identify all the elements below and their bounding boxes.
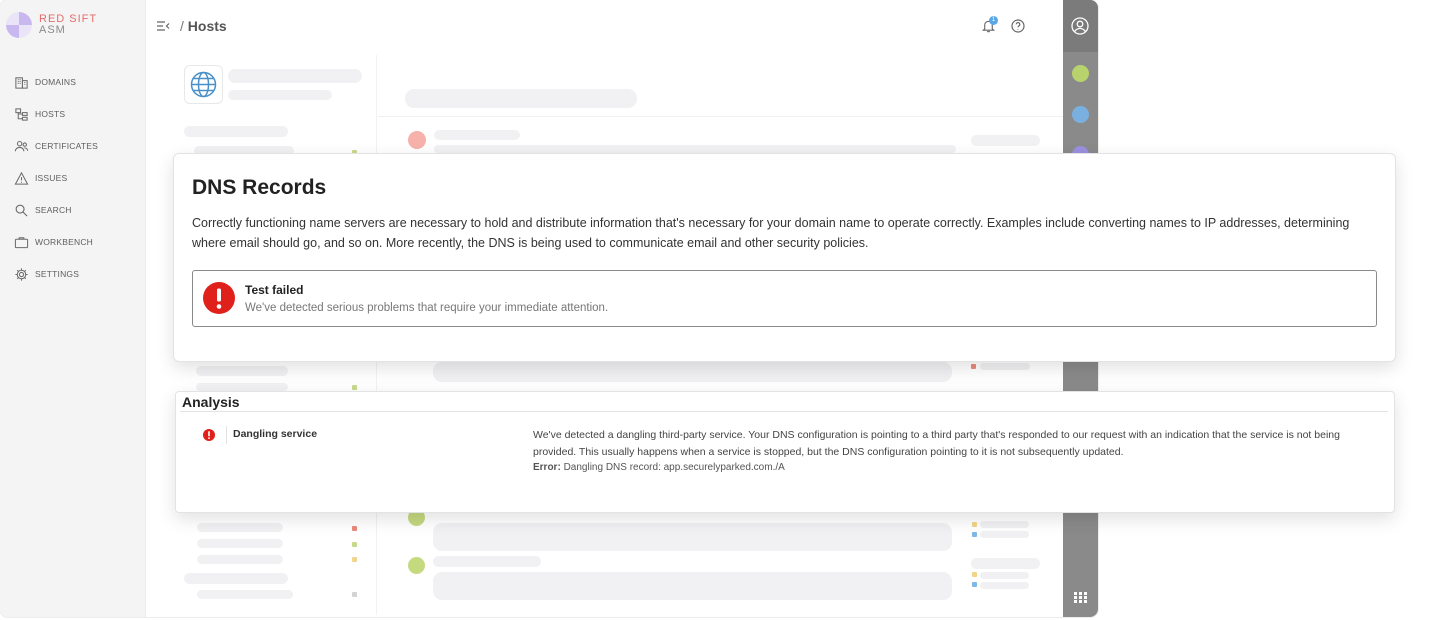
sidebar-item-settings[interactable]: SETTINGS [14, 258, 98, 290]
status-dot [972, 572, 977, 577]
skeleton-bar [405, 89, 637, 108]
skeleton-bar [980, 572, 1029, 579]
skeleton-bar [228, 90, 332, 100]
analysis-item-description: We've detected a dangling third-party se… [533, 429, 1340, 458]
help-icon[interactable] [1011, 19, 1025, 33]
analysis-item-error: Error: Dangling DNS record: app.securely… [533, 462, 785, 473]
status-dot [972, 532, 977, 537]
skeleton-bar [971, 558, 1040, 569]
status-dot [352, 592, 357, 597]
card-description: Correctly functioning name servers are n… [192, 216, 1350, 250]
app-icon[interactable] [1072, 65, 1089, 82]
sidebar-item-label: HOSTS [35, 109, 66, 119]
briefcase-icon [14, 236, 29, 248]
apps-grid-icon[interactable] [1074, 592, 1087, 603]
sidebar-item-search[interactable]: SEARCH [14, 194, 98, 226]
analysis-item-name: Dangling service [233, 428, 318, 440]
skeleton-bar [228, 69, 362, 83]
collapse-menu-icon[interactable] [156, 19, 170, 33]
sidebar-item-issues[interactable]: ISSUES [14, 162, 98, 194]
sidebar: RED SIFT ASM DOMAINS HOSTS CERTIFICATES … [0, 0, 146, 617]
divider [180, 411, 1388, 412]
skeleton-bar [197, 539, 283, 548]
warning-icon [14, 171, 29, 185]
error-value: Dangling DNS record: app.securelyparked.… [563, 462, 785, 473]
skeleton-bar [980, 521, 1029, 528]
skeleton-bar [980, 363, 1030, 370]
skeleton-bar [196, 383, 288, 391]
breadcrumb-separator: / [180, 18, 184, 34]
brand-product: ASM [39, 24, 66, 36]
sidebar-item-label: WORKBENCH [35, 237, 93, 247]
sidebar-item-label: CERTIFICATES [35, 141, 99, 151]
notification-badge: 1 [989, 16, 998, 25]
gear-icon [15, 267, 28, 281]
skeleton-bar [184, 126, 288, 137]
status-dot [971, 364, 976, 369]
analysis-card: Analysis Dangling service We've detected… [175, 391, 1395, 513]
status-dot [408, 131, 426, 149]
app-icon[interactable] [1072, 106, 1089, 123]
skeleton-bar [184, 573, 288, 584]
card-title: DNS Records [192, 176, 327, 199]
sidebar-item-certificates[interactable]: CERTIFICATES [14, 130, 98, 162]
globe-icon [190, 71, 217, 98]
sidebar-item-label: ISSUES [35, 173, 68, 183]
skeleton-bar [197, 523, 283, 532]
skeleton-bar [971, 135, 1040, 146]
skeleton-bar [980, 582, 1029, 589]
sidebar-item-hosts[interactable]: HOSTS [14, 98, 98, 130]
status-dot [972, 582, 977, 587]
status-dot [352, 526, 357, 531]
search-icon [15, 204, 28, 217]
dns-records-card: DNS Records Correctly functioning name s… [173, 153, 1396, 362]
user-avatar-icon[interactable] [1071, 17, 1089, 35]
error-label: Error: [533, 462, 561, 473]
page-title: Hosts [187, 18, 227, 34]
skeleton-bar [433, 572, 952, 600]
divider [378, 116, 1063, 117]
sidebar-item-workbench[interactable]: WORKBENCH [14, 226, 98, 258]
sidebar-item-label: DOMAINS [35, 77, 77, 87]
status-dot [352, 385, 357, 390]
test-failed-alert: Test failed We've detected serious probl… [192, 270, 1377, 327]
logo-mark-icon [6, 12, 32, 38]
skeleton-bar [434, 145, 956, 153]
skeleton-bar [433, 362, 952, 382]
breadcrumb: / Hosts [180, 18, 227, 34]
status-dot [972, 522, 977, 527]
sidebar-item-label: SETTINGS [35, 269, 80, 279]
sidebar-item-label: SEARCH [35, 205, 72, 215]
skeleton-bar [197, 555, 283, 564]
divider [226, 426, 227, 444]
status-dot [352, 542, 357, 547]
top-bar: / Hosts 1 [145, 0, 1063, 52]
skeleton-bar [196, 366, 288, 376]
status-dot [408, 557, 425, 574]
host-avatar [184, 65, 223, 104]
alert-title: Test failed [245, 283, 304, 297]
sidebar-item-domains[interactable]: DOMAINS [14, 66, 98, 98]
status-dot [352, 557, 357, 562]
skeleton-bar [434, 130, 520, 140]
brand-logo[interactable]: RED SIFT ASM [6, 12, 97, 38]
error-icon [203, 429, 215, 441]
hierarchy-icon [15, 107, 28, 121]
skeleton-bar [980, 531, 1029, 538]
skeleton-bar [197, 590, 293, 599]
building-icon [15, 76, 28, 89]
error-icon [203, 282, 235, 314]
skeleton-bar [433, 556, 541, 567]
users-icon [14, 140, 29, 151]
sidebar-nav: DOMAINS HOSTS CERTIFICATES ISSUES SEARCH… [14, 66, 98, 290]
alert-message: We've detected serious problems that req… [245, 302, 609, 314]
skeleton-bar [433, 523, 952, 551]
section-title: Analysis [182, 394, 240, 410]
